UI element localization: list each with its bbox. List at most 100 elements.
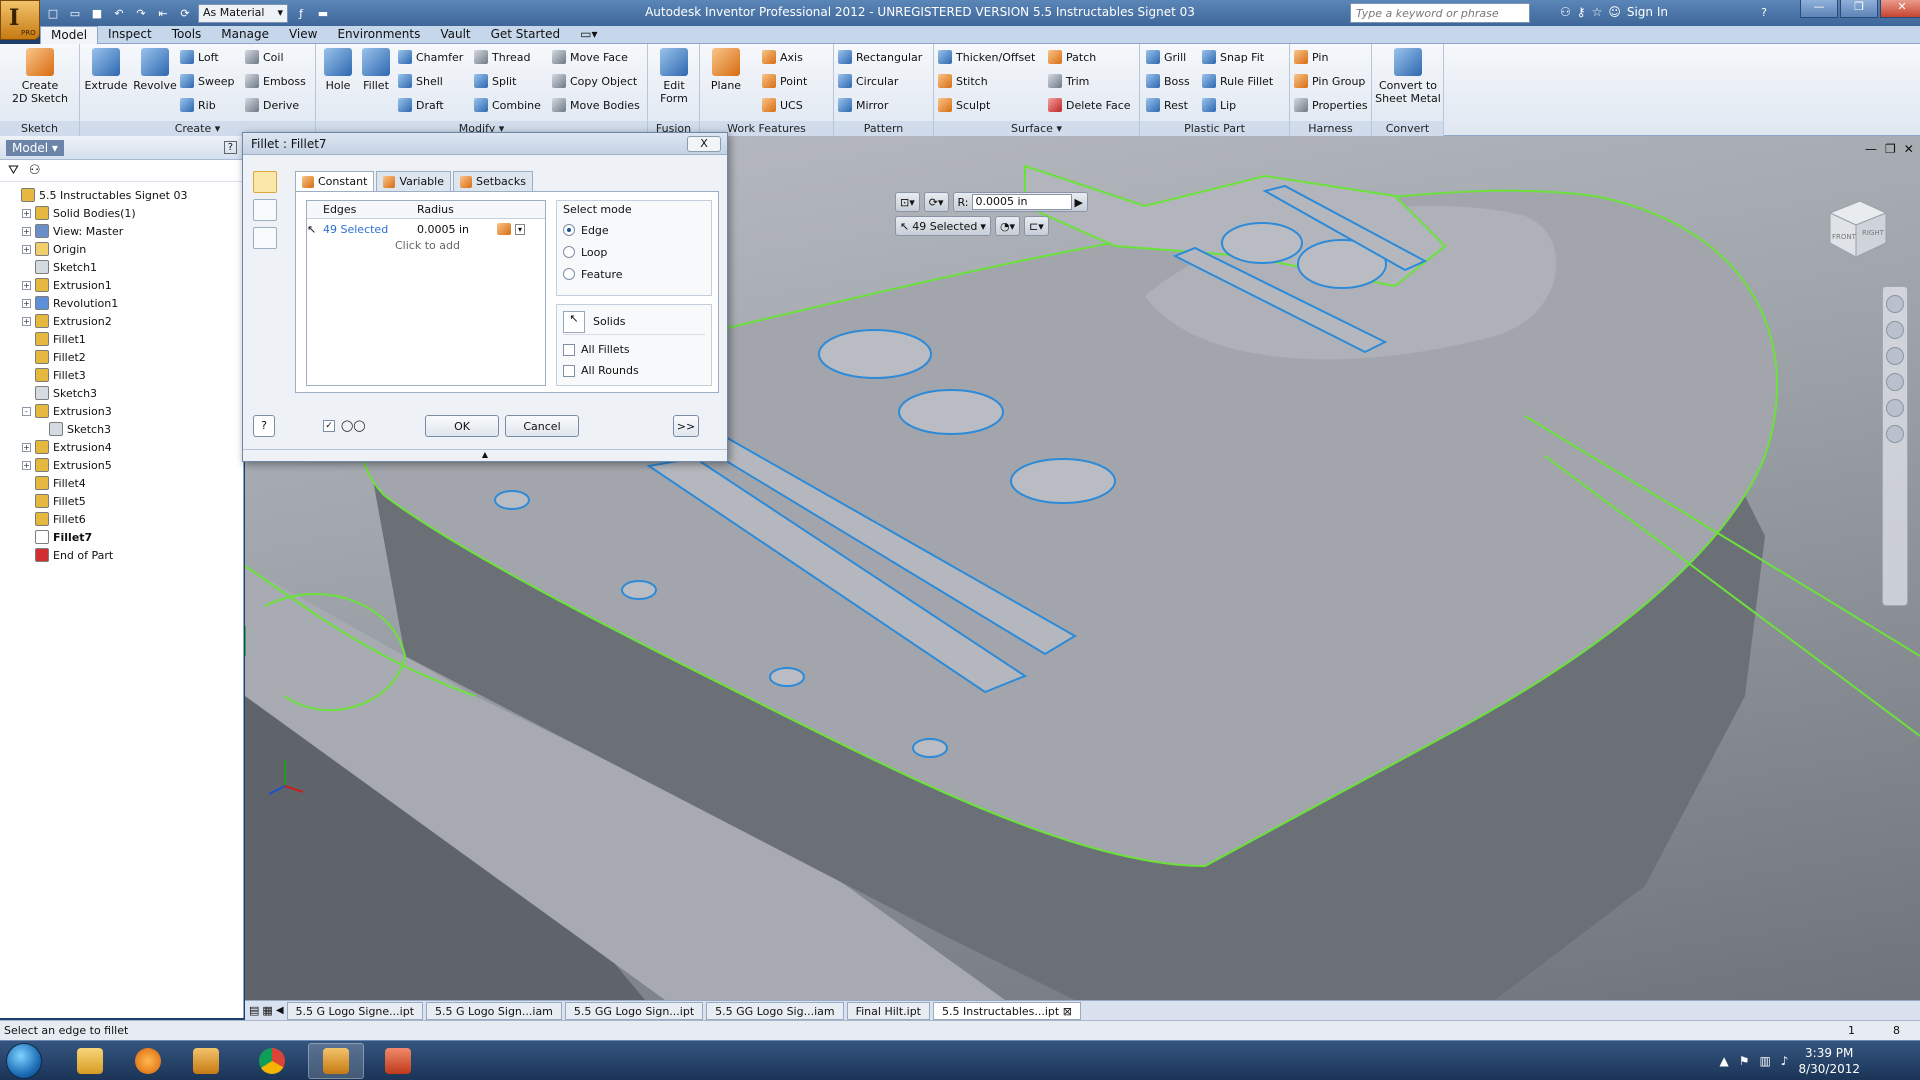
pan-icon[interactable]	[1886, 347, 1904, 365]
tree-node[interactable]: End of Part	[8, 546, 243, 564]
tree-node[interactable]: Fillet6	[8, 510, 243, 528]
minitoolbar-apply-button[interactable]: ⊡▾	[895, 192, 920, 212]
steering-wheel-icon[interactable]	[1886, 295, 1904, 313]
delete-face-button[interactable]: Delete Face	[1048, 96, 1131, 114]
edge-set-row[interactable]: ↖ 49 Selected 0.0005 in ▾	[307, 219, 545, 239]
expand-icon[interactable]: +	[22, 226, 31, 236]
trim-button[interactable]: Trim	[1048, 72, 1089, 90]
loft-button[interactable]: Loft	[180, 48, 219, 66]
tree-node[interactable]: + Origin	[8, 240, 243, 258]
undo-icon[interactable]: ↶	[110, 4, 128, 22]
create-2d-sketch-button[interactable]: Create 2D Sketch	[8, 48, 72, 105]
restore-icon[interactable]: ❐	[1840, 0, 1878, 18]
cascade-view-icon[interactable]: ▦	[262, 1004, 272, 1017]
tab-get-started[interactable]: Get Started	[481, 26, 571, 44]
tree-node[interactable]: 5.5 Instructables Signet 03	[8, 186, 243, 204]
mirror-button[interactable]: Mirror	[838, 96, 888, 114]
patch-button[interactable]: Patch	[1048, 48, 1096, 66]
full-round-fillet-icon[interactable]	[253, 227, 277, 249]
axis-button[interactable]: Axis	[762, 48, 803, 66]
color-override-icon[interactable]: ▬	[314, 4, 332, 22]
hole-button[interactable]: Hole	[320, 48, 356, 92]
face-fillet-icon[interactable]	[253, 199, 277, 221]
tree-node[interactable]: + Extrusion2	[8, 312, 243, 330]
dialog-help-icon[interactable]: ?	[253, 415, 275, 437]
tree-node[interactable]: Fillet3	[8, 366, 243, 384]
panel-title-surface[interactable]: Surface ▾	[934, 121, 1139, 136]
point-button[interactable]: Point	[762, 72, 807, 90]
tree-node[interactable]: Fillet1	[8, 330, 243, 348]
update-icon[interactable]: ⟳	[176, 4, 194, 22]
taskbar-chrome[interactable]	[244, 1043, 300, 1079]
rectangular-pattern-button[interactable]: Rectangular	[838, 48, 922, 66]
return-icon[interactable]: ⇤	[154, 4, 172, 22]
move-face-button[interactable]: Move Face	[552, 48, 628, 66]
sign-in-area[interactable]: ⚇ ⚷ ☆ ☺ Sign In	[1560, 5, 1668, 19]
expand-icon[interactable]: +	[22, 280, 31, 290]
edit-form-button[interactable]: Edit Form	[654, 48, 694, 105]
split-button[interactable]: Split	[474, 72, 516, 90]
minitoolbar-repeat-button[interactable]: ⟳▾	[923, 192, 949, 212]
doc-tab-6[interactable]: 5.5 Instructables...ipt ⊠	[933, 1001, 1081, 1020]
copy-object-button[interactable]: Copy Object	[552, 72, 637, 90]
ok-button[interactable]: OK	[425, 415, 499, 437]
browser-title-dropdown[interactable]: Model ▾	[6, 139, 64, 156]
peg-2[interactable]	[494, 490, 530, 510]
edge-fillet-icon[interactable]	[253, 171, 277, 193]
dialog-expand-arrow-icon[interactable]: ▲	[243, 449, 727, 459]
harness-properties-button[interactable]: Properties	[1294, 96, 1368, 114]
tab-close-icon[interactable]: ⊠	[1063, 1005, 1072, 1018]
viewport-close-icon[interactable]: ✕	[1904, 142, 1914, 156]
tree-node[interactable]: + Extrusion1	[8, 276, 243, 294]
preview-toggle[interactable]: ✓ ◯◯	[323, 419, 366, 432]
star-icon[interactable]: ☆	[1592, 5, 1603, 19]
oval-bump-2[interactable]	[898, 389, 1004, 435]
combine-button[interactable]: Combine	[474, 96, 541, 114]
selected-count-dropdown[interactable]: ↖ 49 Selected ▾	[895, 216, 991, 236]
tab-setbacks[interactable]: Setbacks	[453, 171, 533, 191]
tab-tools[interactable]: Tools	[162, 26, 212, 44]
play-arrow-icon[interactable]: ▶	[1075, 196, 1083, 209]
radius-input[interactable]: 0.0005 in	[971, 194, 1072, 210]
tab-model[interactable]: Model	[40, 25, 99, 44]
close-icon[interactable]: ✕	[1880, 0, 1920, 18]
checkbox-checked-icon[interactable]: ✓	[323, 419, 335, 432]
mode-loop-radio[interactable]: Loop	[563, 241, 705, 263]
expand-icon[interactable]: +	[22, 298, 31, 308]
click-to-add-row[interactable]: Click to add	[307, 239, 545, 252]
action-center-flag-icon[interactable]: ⚑	[1739, 1054, 1750, 1068]
dialog-close-button[interactable]: X	[687, 136, 721, 152]
lip-button[interactable]: Lip	[1202, 96, 1236, 114]
tree-node[interactable]: Sketch1	[8, 258, 243, 276]
shell-button[interactable]: Shell	[398, 72, 443, 90]
help-icon[interactable]: ?	[1755, 3, 1773, 21]
cancel-button[interactable]: Cancel	[505, 415, 579, 437]
mode-feature-radio[interactable]: Feature	[563, 263, 705, 285]
tree-node[interactable]: - Extrusion3	[8, 402, 243, 420]
draft-button[interactable]: Draft	[398, 96, 444, 114]
start-button-icon[interactable]	[6, 1043, 42, 1079]
clock[interactable]: 3:39 PM 8/30/2012	[1798, 1045, 1860, 1077]
open-file-icon[interactable]: ▭	[66, 4, 84, 22]
all-fillets-checkbox[interactable]: All Fillets	[563, 339, 705, 360]
fx-parameters-icon[interactable]: ƒ	[292, 4, 310, 22]
orbit-icon[interactable]	[1886, 399, 1904, 417]
sign-in-link[interactable]: Sign In	[1627, 5, 1668, 19]
taskbar-media-player[interactable]	[120, 1043, 176, 1079]
radius-dropdown-icon[interactable]: ▾	[515, 223, 526, 235]
peg-4[interactable]	[769, 667, 805, 687]
expand-icon[interactable]: +	[22, 460, 31, 470]
material-dropdown[interactable]: As Material ▾	[198, 3, 288, 23]
browser-help-icon[interactable]: ?	[223, 141, 237, 154]
revolve-button[interactable]: Revolve	[130, 48, 180, 92]
derive-button[interactable]: Derive	[245, 96, 299, 114]
plane-button[interactable]: Plane	[706, 48, 746, 92]
selection-mode-dropdown[interactable]: ◔▾	[994, 216, 1021, 236]
ribbon-options-icon[interactable]: ▭▾	[570, 26, 607, 44]
tree-node[interactable]: Sketch3	[8, 384, 243, 402]
viewcube[interactable]: FRONT RIGHT	[1820, 191, 1892, 263]
taskbar-powerpoint[interactable]	[370, 1043, 426, 1079]
look-at-icon[interactable]	[1886, 425, 1904, 443]
doc-tab-2[interactable]: 5.5 G Logo Sign...iam	[426, 1001, 562, 1020]
fillet-preview-icon[interactable]	[497, 223, 511, 235]
